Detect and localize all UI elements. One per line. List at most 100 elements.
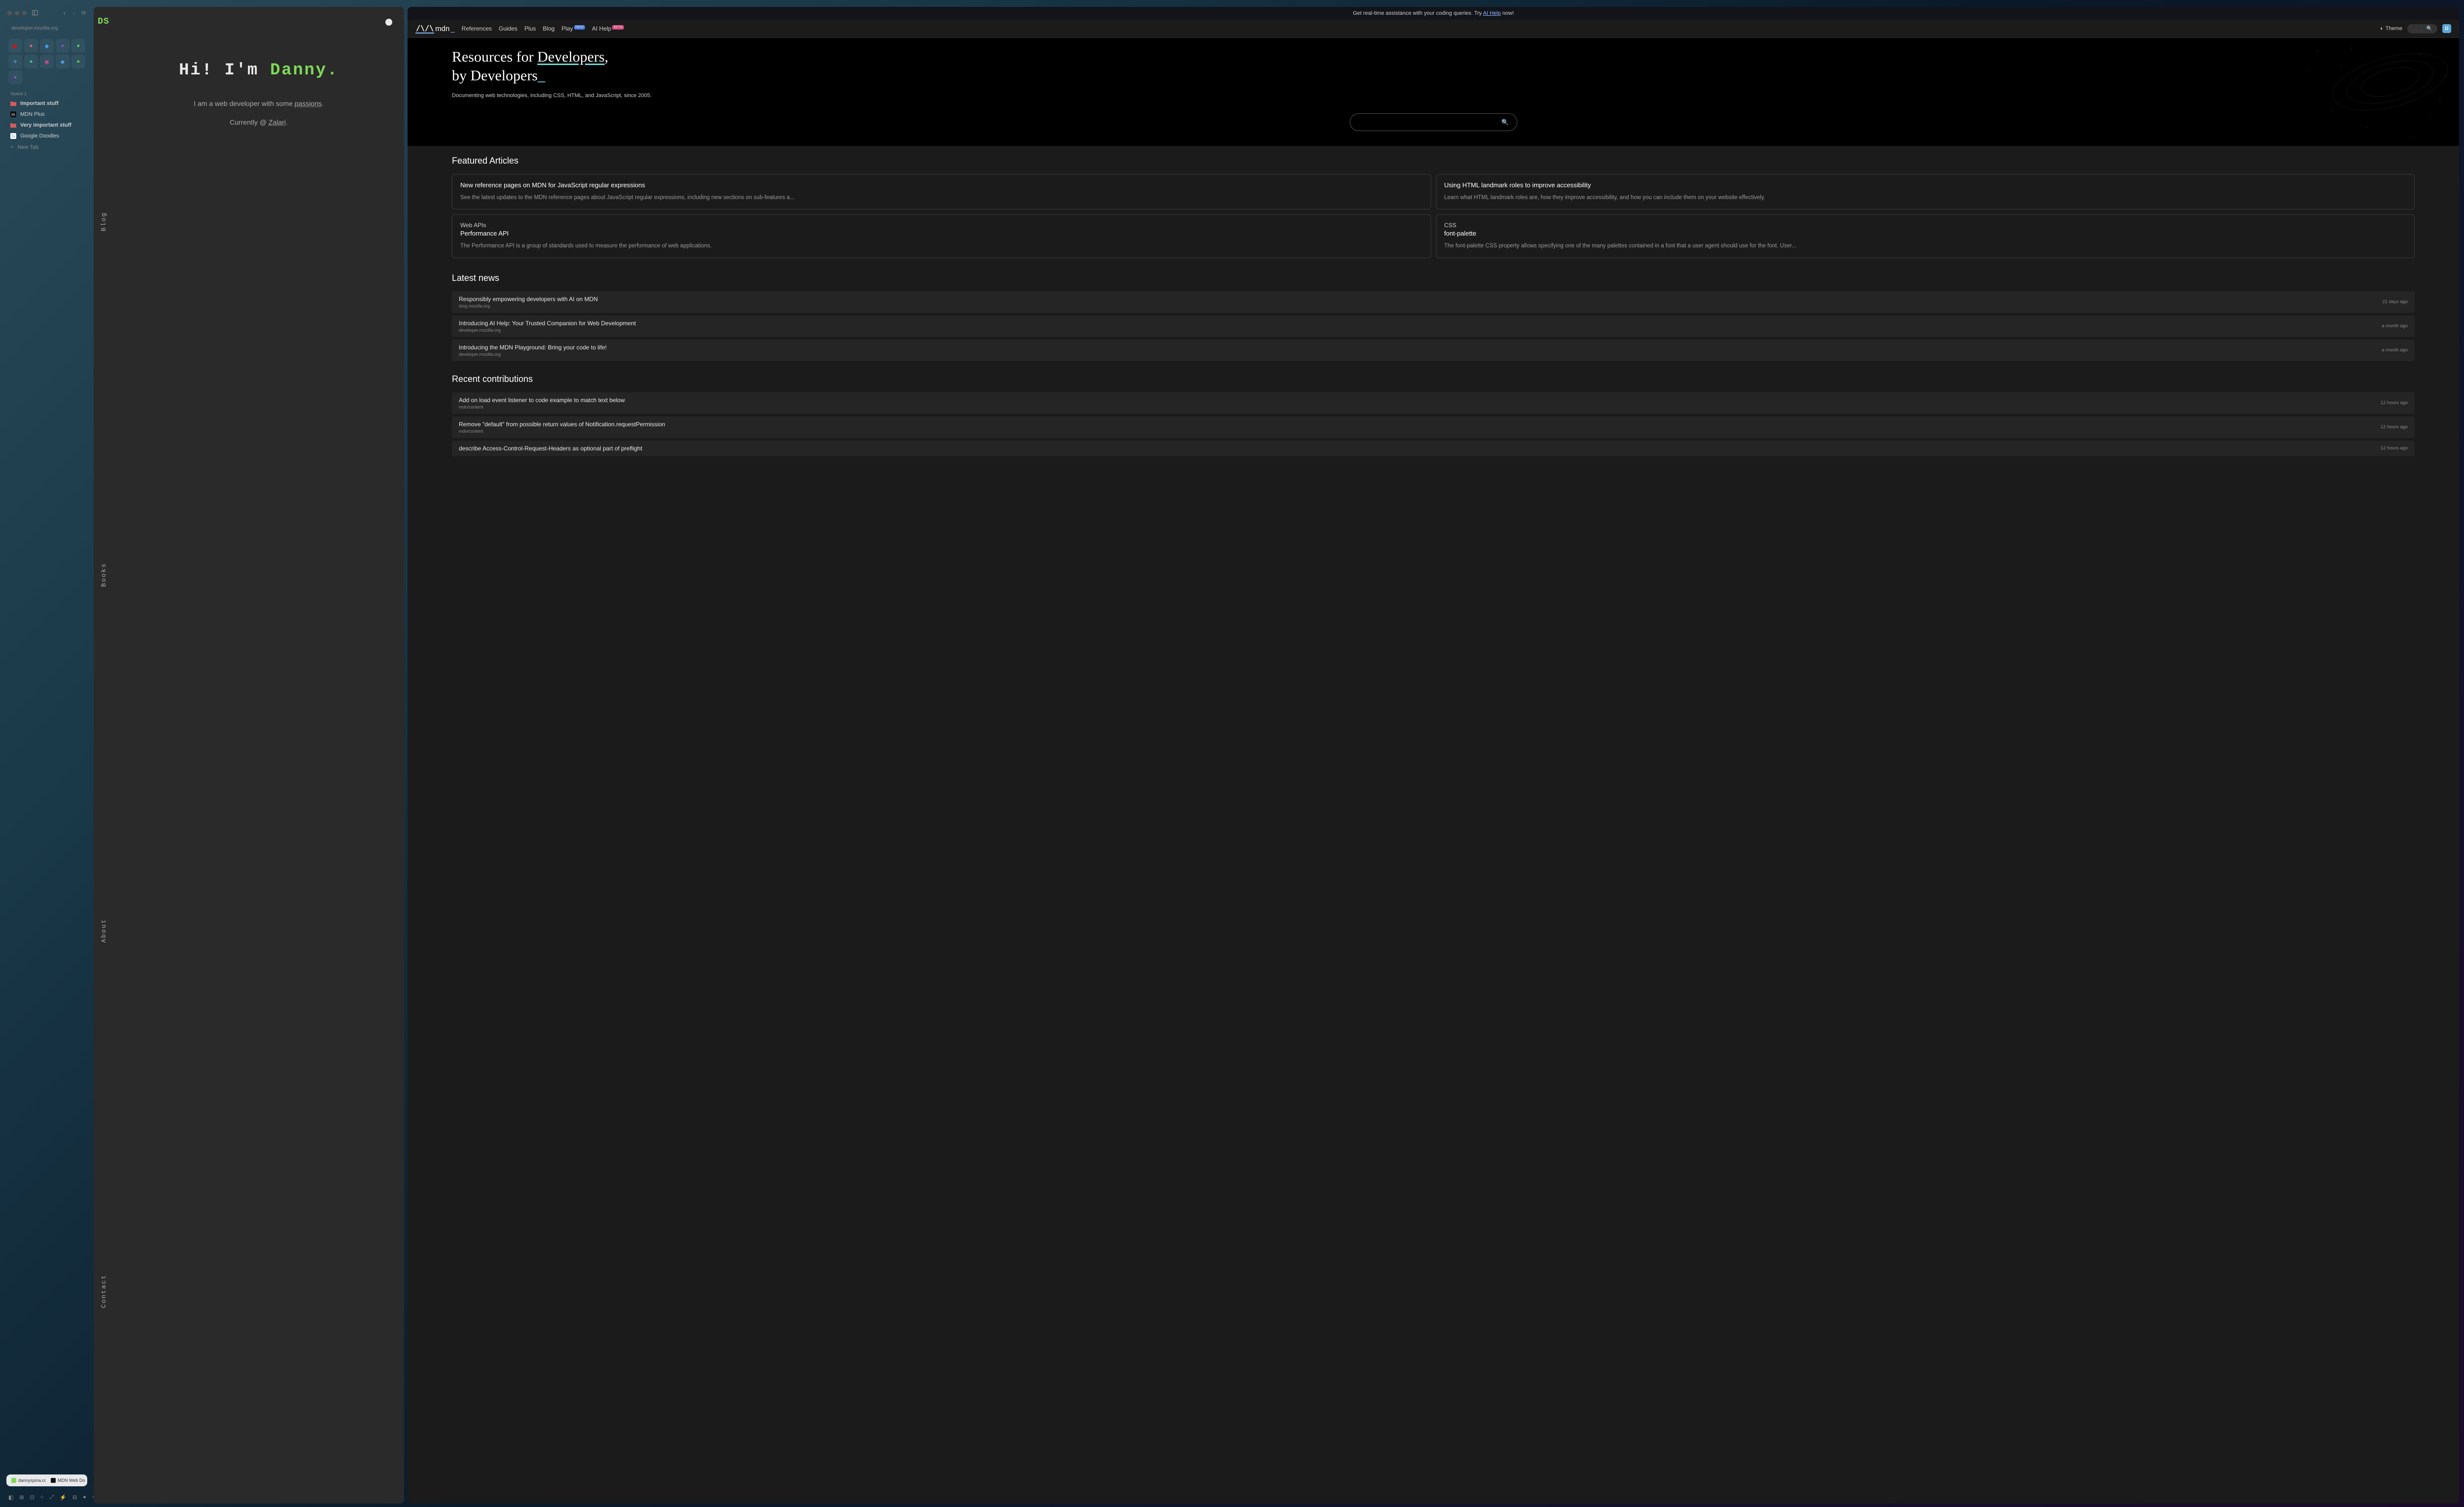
mdn-nav-play[interactable]: PlayNEW	[561, 25, 585, 32]
new-tab-button[interactable]: + New Tab	[3, 141, 90, 153]
nav-back-icon[interactable]: ‹	[63, 9, 66, 17]
news-item-0[interactable]: Responsibly empowering developers with A…	[452, 291, 2415, 313]
card-description: See the latest updates to the MDN refere…	[460, 194, 1423, 202]
sidebar-item-0[interactable]: Important stuff	[3, 98, 90, 109]
sidebar-tool-1[interactable]: ◧	[8, 1494, 13, 1501]
item-title: Responsibly empowering developers with A…	[459, 296, 598, 303]
mdn-header: /\/\ mdn_ References Guides Plus Blog PlayNE…	[408, 20, 2459, 38]
svg-text:/: /	[2430, 113, 2431, 118]
reload-icon[interactable]: ⟳	[82, 10, 86, 16]
card-title: Performance API	[460, 230, 1423, 237]
news-item-1[interactable]: Introducing AI Help: Your Trusted Compan…	[452, 315, 2415, 337]
sidebar-tool-4[interactable]: ○	[40, 1494, 44, 1501]
ds-nav-blog[interactable]: Blog	[100, 212, 107, 231]
ds-nav-contact[interactable]: Contact	[100, 1274, 107, 1308]
ds-nav-about[interactable]: About	[100, 919, 107, 943]
app-tile-9[interactable]: ●	[71, 55, 85, 68]
card-title: New reference pages on MDN for JavaScrip…	[460, 181, 1423, 189]
url-bar[interactable]: developer.mozilla.org	[7, 24, 86, 33]
sidebar-tool-5[interactable]: ⤢	[50, 1494, 54, 1501]
app-tile-7[interactable]: ◉	[40, 55, 54, 68]
app-tile-0[interactable]: ▶	[8, 39, 22, 53]
contrib-item-2[interactable]: describe Access-Control-Request-Headers …	[452, 441, 2415, 456]
svg-text:+: +	[2444, 74, 2447, 78]
ds-logo[interactable]: DS	[98, 17, 109, 27]
featured-card-2[interactable]: Web APIsPerformance APIThe Performance A…	[452, 214, 1431, 258]
theme-label: Theme	[2386, 26, 2402, 32]
app-tile-4[interactable]: ●	[71, 39, 85, 53]
app-tile-1[interactable]: ✦	[24, 39, 38, 53]
mdn-logo-text: mdn	[435, 25, 449, 33]
featured-card-3[interactable]: CSSfont-paletteThe font-palette CSS prop…	[1436, 214, 2415, 258]
theme-toggle-dot[interactable]	[385, 19, 392, 26]
mdn-nav-blog[interactable]: Blog	[543, 25, 554, 32]
banner-suffix: now!	[1501, 10, 1513, 16]
folder-icon	[10, 123, 16, 128]
nav-forward-icon[interactable]: ›	[72, 9, 75, 17]
item-time: a month ago	[2382, 323, 2408, 329]
app-tile-2[interactable]: ◆	[40, 39, 54, 53]
tab-label: dannyspina.com	[18, 1478, 46, 1483]
mdn-nav-references[interactable]: References	[462, 25, 492, 32]
mdn-nav-ai-help[interactable]: AI HelpBETA	[592, 25, 624, 32]
card-title: font-palette	[1444, 230, 2407, 237]
sidebar-tool-2[interactable]: ⊞	[19, 1494, 24, 1501]
sidebar-tool-6[interactable]: ⚡	[60, 1494, 67, 1501]
item-source: mdn/content	[459, 429, 665, 434]
mdn-logo[interactable]: /\/\ mdn_	[415, 24, 455, 34]
theme-button[interactable]: ◐ Theme	[2380, 26, 2402, 32]
app-tile-8[interactable]: ◆	[56, 55, 69, 68]
mdn-nav-plus[interactable]: Plus	[524, 25, 536, 32]
ds-nav-books[interactable]: Books	[100, 563, 107, 587]
space-label: Space 1	[3, 87, 90, 98]
search-toggle[interactable]: ___ 🔍	[2407, 24, 2437, 34]
app-tile-3[interactable]: ✶	[56, 39, 69, 53]
minimize-window[interactable]	[15, 11, 19, 15]
mdn-nav-guides[interactable]: Guides	[499, 25, 517, 32]
sidebar-tool-8[interactable]: ●	[83, 1494, 86, 1501]
ds-heading-prefix: Hi! I'm	[179, 61, 270, 80]
close-window[interactable]	[7, 11, 12, 15]
sidebar-item-1[interactable]: mMDN Plus	[3, 109, 90, 120]
zalari-link[interactable]: Zalari	[269, 118, 286, 126]
featured-card-0[interactable]: New reference pages on MDN for JavaScrip…	[452, 174, 1431, 209]
app-tile-6[interactable]: ✦	[24, 55, 38, 68]
sidebar-item-label: Very important stuff	[20, 122, 71, 128]
passions-link[interactable]: passions	[295, 100, 322, 107]
tab-chip-0[interactable]: dannyspina.com	[8, 1476, 46, 1484]
contrib-item-1[interactable]: Remove "default" from possible return va…	[452, 416, 2415, 438]
item-time: 12 hours ago	[2381, 400, 2408, 406]
ai-help-banner-link[interactable]: AI Help	[1483, 10, 1501, 16]
svg-text:_: _	[2409, 133, 2412, 137]
item-source: developer.mozilla.org	[459, 328, 636, 333]
tab-chip-1[interactable]: MDN Web Docs	[48, 1476, 85, 1484]
sidebar-tool-7[interactable]: ⊟	[72, 1494, 77, 1501]
mdn-nav: References Guides Plus Blog PlayNEW AI HelpBE…	[462, 25, 624, 32]
featured-card-1[interactable]: Using HTML landmark roles to improve acc…	[1436, 174, 2415, 209]
news-item-2[interactable]: Introducing the MDN Playground: Bring yo…	[452, 340, 2415, 361]
app-tile-5[interactable]: ✈	[8, 55, 22, 68]
sidebar-tool-3[interactable]: ⊡	[30, 1494, 34, 1501]
sidebar-item-3[interactable]: GGoogle Doodles	[3, 131, 90, 141]
contrib-item-0[interactable]: Add on load event listener to code examp…	[452, 392, 2415, 414]
mdn-hero: +\/ \+\ /+_ _|| Resources for Developers…	[408, 38, 2459, 146]
sidebar-item-2[interactable]: Very important stuff	[3, 120, 90, 131]
banner-prefix: Get real-time assistance with your codin…	[1353, 10, 1483, 16]
card-description: The Performance API is a group of standa…	[460, 242, 1423, 250]
hero-search-input[interactable]: 🔍	[1350, 113, 1517, 131]
svg-text:+: +	[2365, 126, 2368, 130]
search-hint: ___	[2412, 26, 2424, 32]
recent-contributions-title: Recent contributions	[452, 374, 2415, 384]
card-category: CSS	[1444, 222, 2407, 229]
search-icon: 🔍	[1502, 119, 1509, 126]
ds-sub-prefix: I am a web developer with some	[194, 100, 295, 107]
badge-beta: BETA	[612, 25, 624, 30]
maximize-window[interactable]	[22, 11, 27, 15]
new-tab-label: New Tab	[17, 144, 38, 150]
sidebar-toggle-icon[interactable]	[32, 9, 38, 16]
tab-label: MDN Web Docs	[58, 1478, 85, 1483]
hero-developers-link[interactable]: Developers	[537, 49, 605, 65]
plus-icon: +	[10, 144, 13, 150]
app-tile-10[interactable]: ✦	[8, 70, 22, 84]
avatar[interactable]: D	[2442, 24, 2451, 33]
